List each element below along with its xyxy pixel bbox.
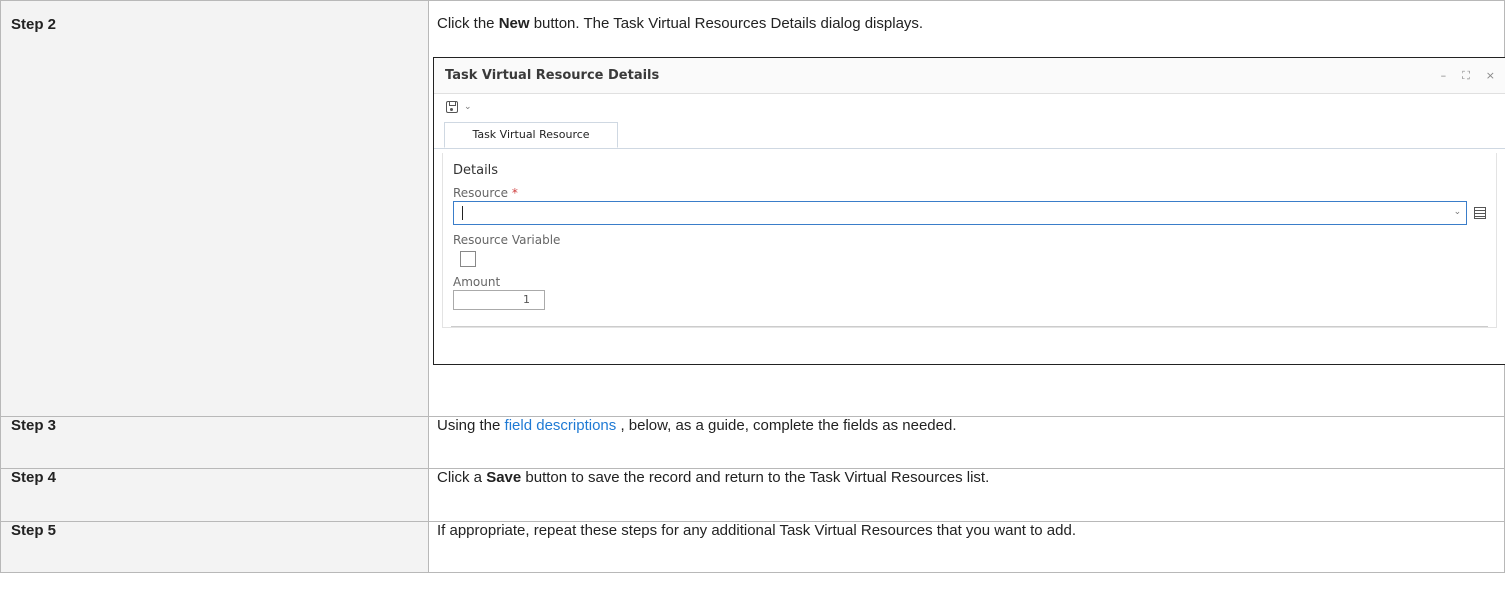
- dialog-title: Task Virtual Resource Details: [445, 68, 660, 83]
- step-text: Click the: [437, 15, 499, 32]
- step-text: button to save the record and return to …: [521, 469, 990, 486]
- dialog-toolbar: ⌄: [434, 94, 1505, 120]
- amount-label: Amount: [453, 275, 501, 289]
- save-icon[interactable]: [446, 101, 458, 113]
- step-row: Step 4 Click a Save button to save the r…: [0, 468, 1505, 522]
- dialog-title-bar: Task Virtual Resource Details – ⛶ ×: [434, 58, 1505, 94]
- step-row: Step 5 If appropriate, repeat these step…: [0, 521, 1505, 573]
- step-text: Using the: [437, 417, 505, 434]
- new-button-ref: New: [498, 15, 530, 32]
- step-row: Step 3 Using the field descriptions , be…: [0, 416, 1505, 469]
- resource-variable-label: Resource Variable: [453, 233, 561, 247]
- divider: [451, 326, 1488, 327]
- chevron-down-icon[interactable]: ⌄: [1454, 207, 1462, 217]
- step-label: Step 4: [0, 468, 429, 522]
- step-row: Step 2 Click the New button. The Task Vi…: [0, 0, 1505, 417]
- list-icon[interactable]: [1474, 207, 1486, 219]
- resource-variable-checkbox[interactable]: [460, 251, 476, 267]
- chevron-down-icon[interactable]: ⌄: [464, 102, 472, 112]
- step-text: Click a: [437, 469, 487, 486]
- step-description: If appropriate, repeat these steps for a…: [428, 521, 1505, 573]
- step-description: Click the New button. The Task Virtual R…: [428, 0, 1505, 417]
- tab-bar: Task Virtual Resource: [434, 120, 1505, 149]
- maximize-icon[interactable]: ⛶: [1462, 69, 1470, 83]
- required-marker: *: [511, 186, 518, 200]
- resource-label: Resource *: [453, 186, 1486, 200]
- task-virtual-resource-dialog: Task Virtual Resource Details – ⛶ × ⌄ Ta…: [433, 57, 1505, 365]
- step-description: Using the field descriptions , below, as…: [428, 416, 1505, 469]
- step-label: Step 3: [0, 416, 429, 469]
- save-button-ref: Save: [486, 469, 522, 486]
- step-description: Click a Save button to save the record a…: [428, 468, 1505, 522]
- close-icon[interactable]: ×: [1486, 69, 1495, 82]
- amount-field[interactable]: 1: [453, 290, 545, 310]
- step-label: Step 5: [0, 521, 429, 573]
- minimize-icon[interactable]: –: [1441, 69, 1447, 82]
- resource-label-text: Resource: [453, 186, 509, 200]
- step-text: button. The Task Virtual Resources Detai…: [529, 15, 924, 32]
- steps-table: Step 2 Click the New button. The Task Vi…: [0, 0, 1505, 573]
- resource-combobox[interactable]: ⌄: [453, 201, 1468, 225]
- step-text: , below, as a guide, complete the fields…: [616, 417, 957, 434]
- tab-task-virtual-resource[interactable]: Task Virtual Resource: [444, 122, 618, 148]
- field-descriptions-link[interactable]: field descriptions: [505, 417, 617, 434]
- section-title: Details: [453, 163, 499, 178]
- resource-row: ⌄: [453, 201, 1486, 225]
- step-label: Step 2: [0, 0, 429, 417]
- details-panel: Details Resource * ⌄ Resource Variable A…: [442, 153, 1497, 328]
- text-caret: [462, 206, 463, 220]
